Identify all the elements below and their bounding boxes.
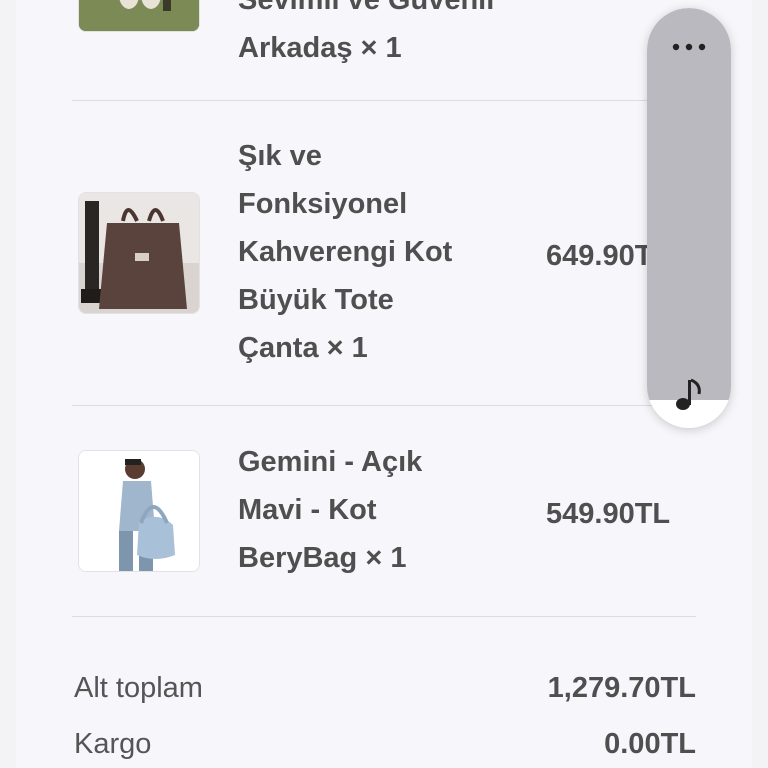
shipping-label: Kargo xyxy=(74,728,152,760)
cart-item[interactable]: Sevimli ve Güvenli Arkadaş × 1 xyxy=(72,0,696,100)
divider xyxy=(72,616,696,617)
cart-item[interactable]: Şık ve Fonksiyonel Kahverengi Kot Büyük … xyxy=(72,100,696,406)
brown-tote-bag-image xyxy=(78,192,200,314)
blue-denim-bag-image xyxy=(78,450,200,572)
cart-item-price: 549.90TL xyxy=(546,498,671,530)
more-horizontal-icon[interactable] xyxy=(671,42,707,52)
plush-toy-icon xyxy=(79,0,199,31)
plush-toy-image xyxy=(78,0,200,32)
subtotal-row: Alt toplam 1,279.70TL xyxy=(72,672,696,712)
shipping-row: Kargo 0.00TL xyxy=(72,728,696,768)
subtotal-value: 1,279.70TL xyxy=(547,672,696,704)
music-note-icon[interactable] xyxy=(673,376,705,414)
floating-panel-body xyxy=(647,8,731,400)
cart-item-name: Sevimli ve Güvenli Arkadaş × 1 xyxy=(238,0,495,64)
cart-item-name: Şık ve Fonksiyonel Kahverengi Kot Büyük … xyxy=(238,140,453,364)
subtotal-label: Alt toplam xyxy=(74,672,203,704)
cart-page: Sevimli ve Güvenli Arkadaş × 1 Şık ve Fo… xyxy=(16,0,752,768)
floating-media-panel[interactable] xyxy=(647,8,731,428)
shipping-value: 0.00TL xyxy=(604,728,696,760)
tote-bag-icon xyxy=(79,193,199,313)
denim-bag-icon xyxy=(79,451,199,571)
cart-item-name: Gemini - Açık Mavi - Kot BeryBag × 1 xyxy=(238,446,423,574)
cart-item[interactable]: Gemini - Açık Mavi - Kot BeryBag × 1 549… xyxy=(72,406,696,616)
